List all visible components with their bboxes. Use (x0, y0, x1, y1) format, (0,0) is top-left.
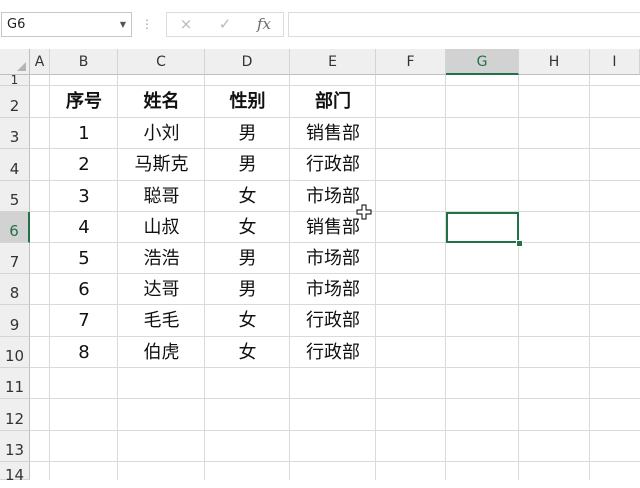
table-header-cell[interactable]: 部门 (290, 86, 376, 118)
table-cell[interactable]: 行政部 (290, 305, 376, 337)
table-cell[interactable]: 伯虎 (118, 337, 205, 368)
table-cell[interactable]: 6 (50, 274, 118, 305)
formula-bar: G6 ▼ ⋮ × ✓ fx (0, 0, 640, 49)
column-header-b[interactable]: B (50, 49, 118, 75)
move-cursor-icon (356, 204, 372, 220)
column-header-g[interactable]: G (446, 49, 519, 75)
table-cell[interactable]: 男 (205, 274, 290, 305)
row-header-1[interactable]: 1 (0, 74, 30, 86)
column-header-e[interactable]: E (290, 49, 376, 75)
gridline-horizontal (30, 398, 640, 399)
table-cell[interactable]: 女 (205, 337, 290, 368)
table-cell[interactable]: 达哥 (118, 274, 205, 305)
gridline-vertical (518, 75, 519, 480)
row-header-7[interactable]: 7 (0, 243, 30, 274)
table-cell[interactable]: 1 (50, 118, 118, 149)
row-header-10[interactable]: 10 (0, 337, 30, 368)
formula-input[interactable] (288, 12, 640, 37)
table-cell[interactable]: 浩浩 (118, 243, 205, 274)
table-cell[interactable]: 女 (205, 181, 290, 212)
table-cell[interactable]: 3 (50, 181, 118, 212)
gridline-vertical (445, 75, 446, 480)
table-cell[interactable]: 小刘 (118, 118, 205, 149)
row-header-12[interactable]: 12 (0, 399, 30, 431)
column-header-d[interactable]: D (205, 49, 290, 75)
name-box[interactable]: G6 ▼ (1, 12, 132, 37)
table-cell[interactable]: 女 (205, 305, 290, 337)
gridline-horizontal (30, 461, 640, 462)
select-all-button[interactable] (0, 49, 30, 75)
gridline-horizontal (30, 430, 640, 431)
row-header-8[interactable]: 8 (0, 274, 30, 305)
row-header-3[interactable]: 3 (0, 118, 30, 149)
select-all-icon (17, 62, 26, 71)
table-cell[interactable]: 男 (205, 243, 290, 274)
gridline-vertical (589, 75, 590, 480)
row-header-4[interactable]: 4 (0, 149, 30, 181)
table-cell[interactable]: 市场部 (290, 243, 376, 274)
row-header-9[interactable]: 9 (0, 305, 30, 337)
table-header-cell[interactable]: 性别 (205, 86, 290, 118)
name-box-value: G6 (7, 17, 26, 32)
cancel-icon[interactable]: × (175, 13, 197, 36)
active-cell-g6[interactable] (446, 212, 519, 243)
row-header-11[interactable]: 11 (0, 368, 30, 399)
more-options-icon[interactable]: ⋮ (141, 12, 153, 37)
formula-buttons: × ✓ fx (166, 12, 284, 37)
fill-handle[interactable] (516, 240, 523, 247)
table-cell[interactable]: 女 (205, 212, 290, 243)
column-header-i[interactable]: I (590, 49, 640, 75)
table-cell[interactable]: 4 (50, 212, 118, 243)
table-cell[interactable]: 毛毛 (118, 305, 205, 337)
table-cell[interactable]: 7 (50, 305, 118, 337)
row-header-13[interactable]: 13 (0, 431, 30, 462)
table-header-cell[interactable]: 姓名 (118, 86, 205, 118)
chevron-down-icon[interactable]: ▼ (120, 13, 126, 36)
row-header-5[interactable]: 5 (0, 181, 30, 212)
table-header-cell[interactable]: 序号 (50, 86, 118, 118)
table-cell[interactable]: 2 (50, 149, 118, 181)
table-cell[interactable]: 行政部 (290, 149, 376, 181)
table-cell[interactable]: 8 (50, 337, 118, 368)
table-cell[interactable]: 男 (205, 118, 290, 149)
row-header-6[interactable]: 6 (0, 212, 30, 243)
table-cell[interactable]: 行政部 (290, 337, 376, 368)
row-header-14[interactable]: 14 (0, 462, 30, 484)
table-cell[interactable]: 市场部 (290, 274, 376, 305)
column-header-a[interactable]: A (30, 49, 50, 75)
table-cell[interactable]: 销售部 (290, 118, 376, 149)
column-header-c[interactable]: C (118, 49, 205, 75)
table-cell[interactable]: 5 (50, 243, 118, 274)
column-header-h[interactable]: H (519, 49, 590, 75)
table-cell[interactable]: 山叔 (118, 212, 205, 243)
insert-function-button[interactable]: fx (253, 13, 275, 36)
enter-icon[interactable]: ✓ (214, 13, 236, 36)
table-cell[interactable]: 聪哥 (118, 181, 205, 212)
row-header-2[interactable]: 2 (0, 86, 30, 118)
column-header-f[interactable]: F (376, 49, 446, 75)
table-cell[interactable]: 男 (205, 149, 290, 181)
table-cell[interactable]: 马斯克 (118, 149, 205, 181)
